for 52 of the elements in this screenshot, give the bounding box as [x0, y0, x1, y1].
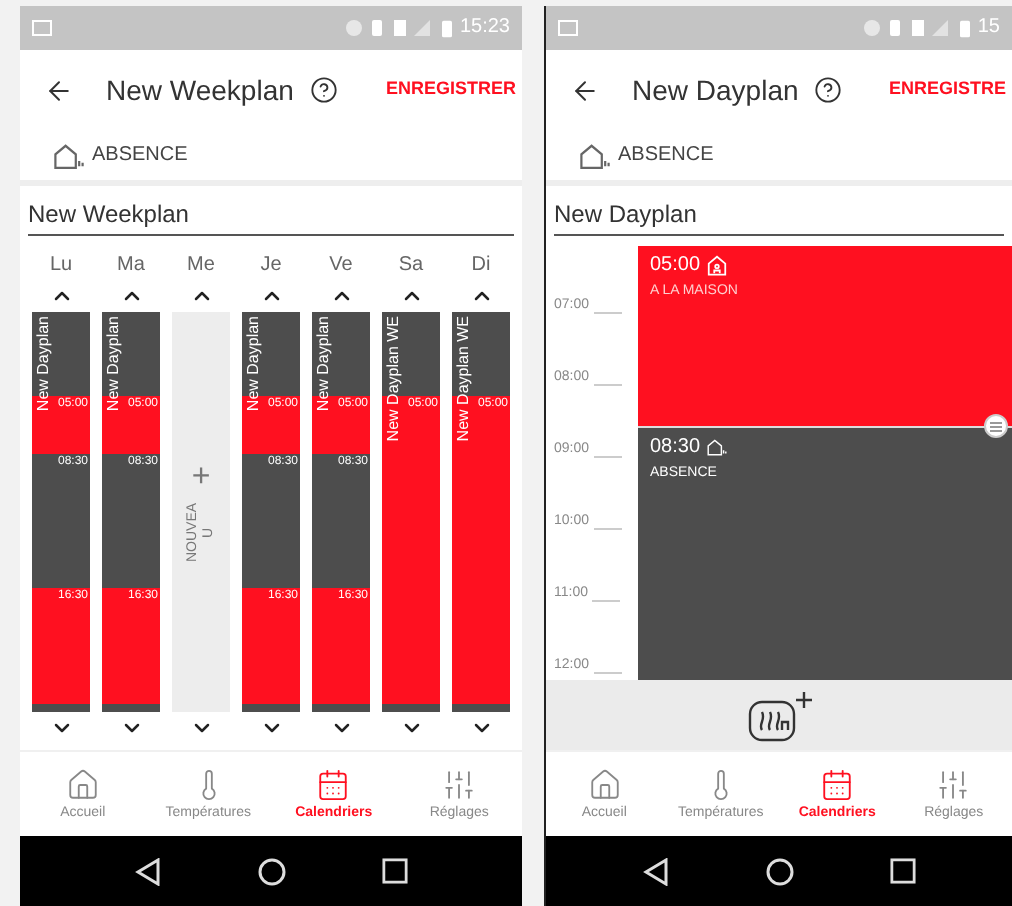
- status-icons-drawing: [863, 18, 952, 38]
- day-label: Lu: [49, 252, 73, 280]
- battery-icon: [959, 19, 970, 37]
- plus-sign: +: [191, 462, 211, 494]
- home-circle-icon[interactable]: [766, 857, 794, 885]
- battery-icon: [441, 19, 452, 37]
- house-outline-icon: [706, 436, 729, 458]
- dayplan-name: New Dayplan: [104, 316, 122, 412]
- block-time: 05:00: [650, 255, 701, 275]
- sliders-icon: [442, 768, 477, 802]
- house-icon: [587, 768, 622, 802]
- house-icon: [65, 768, 100, 802]
- page-title: New Dayplan: [632, 71, 799, 110]
- house-outline-icon: [52, 141, 86, 169]
- dayplan-name: New Dayplan: [314, 316, 332, 412]
- image-notification-icon: [32, 20, 52, 36]
- status-time: 15:23: [459, 18, 510, 38]
- block-time: 08:30: [650, 437, 701, 457]
- save-button[interactable]: ENREGISTRER: [377, 76, 516, 104]
- add-heating-button[interactable]: [745, 689, 813, 741]
- day-label: Me: [187, 252, 215, 280]
- help-icon[interactable]: [309, 76, 338, 104]
- help-icon[interactable]: [814, 76, 843, 104]
- name-input-field[interactable]: New Dayplan: [554, 194, 1004, 236]
- heater-plus-icon: [745, 689, 813, 741]
- name-input-field[interactable]: New Weekplan: [28, 194, 514, 236]
- day-label: Ve: [329, 252, 353, 280]
- day-label: Di: [471, 252, 491, 280]
- image-notification-icon: [558, 20, 578, 36]
- mode-label: ABSENCE: [618, 142, 714, 170]
- save-button[interactable]: ENREGISTRE: [880, 76, 1006, 104]
- day-label: Sa: [398, 252, 424, 280]
- house-outline-icon: [578, 141, 612, 169]
- day-label: Je: [260, 252, 282, 280]
- sliders-icon: [936, 768, 971, 802]
- calendar-icon: [820, 768, 855, 802]
- dayplan-name: New Dayplan: [34, 316, 52, 412]
- status-time: 15: [977, 18, 1000, 38]
- mode-label: ABSENCE: [92, 142, 188, 170]
- day-label: Ma: [117, 252, 145, 280]
- dayplan-name: New Dayplan WE: [454, 316, 472, 442]
- back-triangle-icon[interactable]: [134, 857, 162, 885]
- dayplan-name: New Dayplan: [244, 316, 262, 412]
- back-triangle-icon[interactable]: [642, 857, 670, 885]
- calendar-icon: [316, 768, 351, 802]
- dayplan-name: New Dayplan WE: [384, 316, 402, 442]
- square-icon[interactable]: [382, 858, 408, 884]
- square-icon[interactable]: [890, 858, 916, 884]
- home-circle-icon[interactable]: [258, 857, 286, 885]
- status-icons-drawing: [345, 18, 434, 38]
- house-person-icon: [706, 254, 729, 276]
- page-title: New Weekplan: [106, 71, 294, 110]
